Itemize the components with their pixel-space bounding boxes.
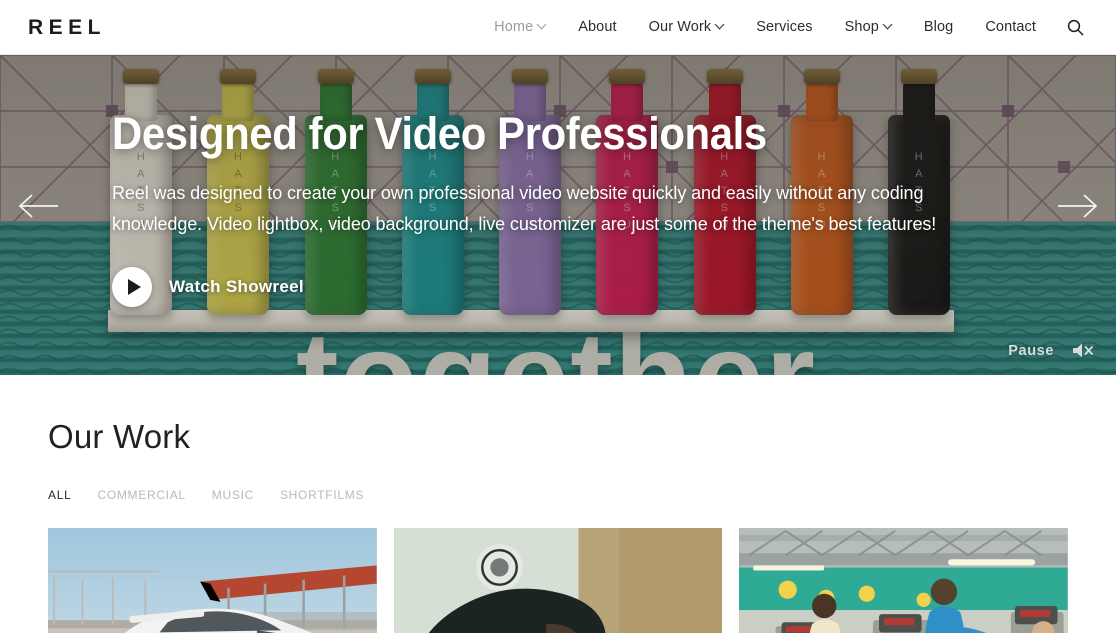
nav-item-home[interactable]: Home	[478, 19, 562, 35]
filter-music[interactable]: MUSIC	[212, 488, 254, 502]
main-nav: Home About Our Work Services Shop Blog C…	[478, 16, 1092, 38]
watch-showreel-label: Watch Showreel	[169, 277, 304, 297]
filter-all[interactable]: ALL	[48, 488, 71, 502]
hero-subtitle: Reel was designed to create your own pro…	[112, 183, 937, 235]
filter-commercial[interactable]: COMMERCIAL	[97, 488, 185, 502]
nav-item-label: Contact	[985, 19, 1036, 35]
watch-showreel-button[interactable]: Watch Showreel	[112, 267, 304, 308]
nav-item-label: Our Work	[648, 19, 712, 35]
nav-item-label: Blog	[923, 19, 954, 35]
hero-slider: together H A T S U H A T S U H A T S U H…	[0, 55, 1116, 375]
portfolio-item-white-sports-car-at-racetrack[interactable]	[48, 528, 377, 633]
nav-item-blog[interactable]: Blog	[908, 19, 969, 35]
chevron-down-icon	[716, 21, 724, 29]
portfolio-filter-tabs: ALL COMMERCIAL MUSIC SHORTFILMS	[48, 488, 1068, 502]
search-icon[interactable]	[1064, 16, 1086, 38]
nav-item-shop[interactable]: Shop	[829, 19, 908, 35]
arrow-left-icon[interactable]	[14, 192, 60, 220]
page-title: Our Work	[48, 418, 191, 455]
brand-logo[interactable]: REEL	[28, 17, 106, 38]
hero-title: Designed for Video Professionals	[112, 108, 767, 159]
filter-shortfilms[interactable]: SHORTFILMS	[280, 488, 364, 502]
nav-item-our-work[interactable]: Our Work	[633, 19, 741, 35]
site-header: REEL Home About Our Work Services Shop B…	[0, 0, 1116, 55]
nav-item-label: Services	[756, 19, 813, 35]
play-icon	[112, 267, 152, 308]
chevron-down-icon	[884, 21, 892, 29]
pause-button[interactable]: Pause	[1008, 343, 1054, 359]
nav-item-contact[interactable]: Contact	[969, 19, 1052, 35]
portfolio-grid	[0, 528, 1116, 633]
portfolio-item-man-in-dark-cap-portrait[interactable]	[393, 528, 723, 633]
speaker-muted-icon[interactable]	[1072, 342, 1094, 359]
nav-item-label: Shop	[844, 19, 879, 35]
arrow-right-icon[interactable]	[1056, 192, 1102, 220]
our-work-section: Our Work ALL COMMERCIAL MUSIC SHORTFILMS	[0, 375, 1116, 633]
hero-content: Designed for Video Professionals Reel wa…	[0, 55, 1116, 375]
portfolio-item-people-on-treadmills-in-gym[interactable]	[739, 528, 1068, 633]
nav-item-about[interactable]: About	[562, 19, 632, 35]
nav-item-services[interactable]: Services	[740, 19, 828, 35]
chevron-down-icon	[538, 21, 546, 29]
nav-item-label: Home	[494, 19, 534, 35]
our-work-header: Our Work ALL COMMERCIAL MUSIC SHORTFILMS	[0, 375, 1116, 502]
nav-item-label: About	[578, 19, 617, 35]
hero-video-controls: Pause	[1008, 342, 1094, 359]
